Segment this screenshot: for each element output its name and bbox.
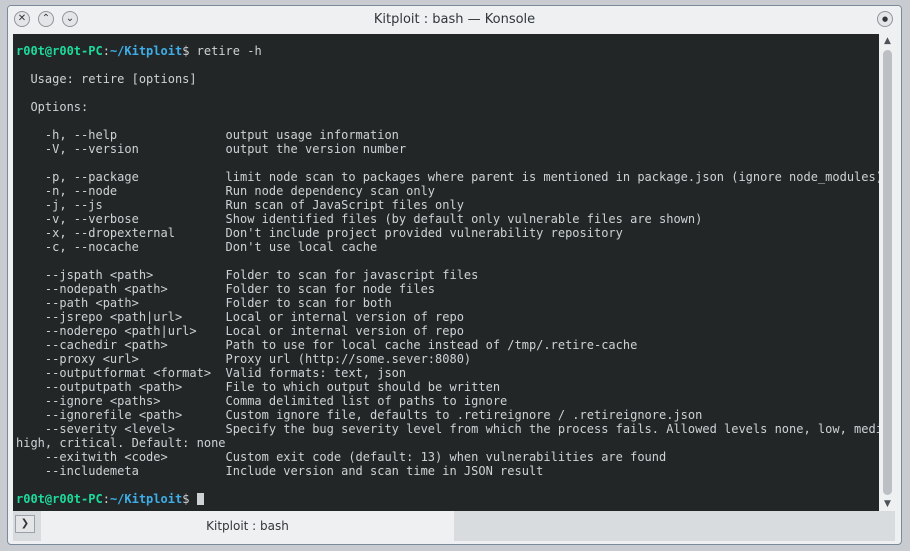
prompt-user: r00t@r00t-PC xyxy=(16,44,103,58)
pin-icon: ● xyxy=(881,15,889,23)
prompt-separator: : xyxy=(102,492,110,506)
output-line: --severity <level> Specify the bug sever… xyxy=(16,422,879,436)
output-line: --proxy <url> Proxy url (http://some.sev… xyxy=(16,352,472,366)
prompt-line: r00t@r00t-PC:~/Kitploit$ retire -h xyxy=(16,44,262,58)
output-line: -h, --help output usage information xyxy=(16,128,399,142)
output-line: -p, --package limit node scan to package… xyxy=(16,170,879,184)
scrollbar-thumb[interactable] xyxy=(883,50,892,495)
tab-bar: ❯ Kitploit : bash xyxy=(13,511,895,541)
tab-label: Kitploit : bash xyxy=(206,519,289,533)
prompt-command: retire -h xyxy=(196,44,262,58)
prompt-line: r00t@r00t-PC:~/Kitploit$ xyxy=(16,492,204,506)
keep-above-button[interactable]: ● xyxy=(877,11,893,27)
prompt-separator: : xyxy=(102,44,110,58)
output-line: --noderepo <path|url> Local or internal … xyxy=(16,324,464,338)
prompt-path: ~/Kitploit xyxy=(109,492,183,506)
output-line: --nodepath <path> Folder to scan for nod… xyxy=(16,282,436,296)
command-output: Usage: retire [options] Options: -h, --h… xyxy=(16,72,879,478)
output-line: high, critical. Default: none xyxy=(16,436,226,450)
output-line: --outputformat <format> Valid formats: t… xyxy=(16,366,407,380)
chevron-right-icon: ❯ xyxy=(20,518,30,529)
tab-menu-button[interactable]: ❯ xyxy=(15,515,35,533)
output-line: --includemeta Include version and scan t… xyxy=(16,464,544,478)
output-line: -c, --nocache Don't use local cache xyxy=(16,240,378,254)
output-line: Usage: retire [options] xyxy=(16,72,197,86)
konsole-window: ✕ ⌃ ⌄ Kitploit : bash — Konsole ● r00t@r… xyxy=(7,5,902,545)
title-bar[interactable]: ✕ ⌃ ⌄ Kitploit : bash — Konsole ● xyxy=(8,6,901,34)
output-line: -x, --dropexternal Don't include project… xyxy=(16,226,623,240)
output-line: -j, --js Run scan of JavaScript files on… xyxy=(16,198,464,212)
output-line: Options: xyxy=(16,100,89,114)
scroll-up-arrow[interactable]: ▲ xyxy=(879,34,896,48)
terminal-text: r00t@r00t-PC:~/Kitploit$ retire -h Usage… xyxy=(16,44,879,506)
output-line: -n, --node Run node dependency scan only xyxy=(16,184,436,198)
tab-kitploit-bash[interactable]: Kitploit : bash xyxy=(41,511,454,541)
prompt-symbol: $ xyxy=(182,492,190,506)
output-line: --outputpath <path> File to which output… xyxy=(16,380,501,394)
output-line: --exitwith <code> Custom exit code (defa… xyxy=(16,450,667,464)
prompt-symbol: $ xyxy=(182,44,190,58)
output-line: --path <path> Folder to scan for both xyxy=(16,296,392,310)
scroll-down-arrow[interactable]: ▼ xyxy=(879,497,896,511)
prompt-user: r00t@r00t-PC xyxy=(16,492,103,506)
output-line: --jsrepo <path|url> Local or internal ve… xyxy=(16,310,464,324)
output-line: -V, --version output the version number xyxy=(16,142,407,156)
terminal-view[interactable]: r00t@r00t-PC:~/Kitploit$ retire -h Usage… xyxy=(13,34,879,511)
output-line: --jspath <path> Folder to scan for javas… xyxy=(16,268,479,282)
output-line: -v, --verbose Show identified files (by … xyxy=(16,212,703,226)
output-line: --cachedir <path> Path to use for local … xyxy=(16,338,638,352)
prompt-path: ~/Kitploit xyxy=(109,44,183,58)
text-cursor xyxy=(196,493,204,505)
window-title: Kitploit : bash — Konsole xyxy=(373,12,536,27)
output-line: --ignore <paths> Comma delimited list of… xyxy=(16,394,508,408)
output-line: --ignorefile <path> Custom ignore file, … xyxy=(16,408,703,422)
vertical-scrollbar[interactable]: ▲ ▼ xyxy=(879,34,896,511)
